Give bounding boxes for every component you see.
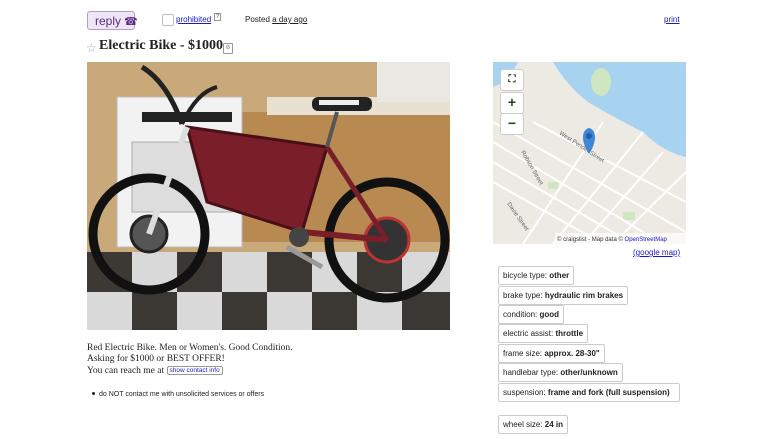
attribute-frame-size: frame size: approx. 28-30" [498, 344, 605, 363]
bullet-icon [92, 392, 95, 395]
prohibited-link[interactable]: prohibited [176, 15, 211, 24]
attribute-suspension: suspension: frame and fork (full suspens… [498, 383, 680, 402]
attribute-electric-assist: electric assist: throttle [498, 324, 589, 343]
description-line: Red Electric Bike. Men or Women's. Good … [87, 343, 293, 353]
zoom-out-button[interactable]: − [500, 113, 524, 135]
prohibited-help-link[interactable]: ? [214, 13, 222, 21]
fullscreen-icon[interactable]: ⛶ [500, 69, 524, 91]
location-map[interactable]: West Pender Street Robson Street Davie S… [493, 62, 686, 244]
attribute-brake-type: brake type: hydraulic rim brakes [498, 286, 629, 305]
posted-label: Posted [245, 15, 270, 24]
description-line: You can reach me at show contact info [87, 365, 293, 377]
attribute-bicycle-type: bicycle type: other [498, 266, 575, 285]
print-link[interactable]: print [664, 15, 680, 24]
attribute-condition: condition: good [498, 305, 565, 324]
phone-icon: ☎ [124, 16, 138, 28]
posted-when: a day ago [272, 15, 308, 24]
attribute-handlebar-type: handlebar type: other/unknown [498, 363, 623, 382]
listing-title: Electric Bike - $1000 [99, 38, 224, 53]
zoom-in-button[interactable]: + [500, 92, 524, 114]
hide-icon[interactable]: ⊘ [223, 43, 233, 54]
star-icon[interactable]: ☆ [86, 41, 97, 55]
reply-button[interactable]: reply ☎ [87, 11, 138, 30]
posted-date: Posted a day ago [245, 15, 307, 24]
prohibited-checkbox[interactable] [162, 14, 174, 26]
listing-photo[interactable] [87, 62, 450, 330]
reply-label: reply [95, 14, 122, 28]
notice-item: do NOT contact me with unsolicited servi… [92, 391, 264, 398]
show-contact-info-button[interactable]: show contact info [166, 366, 223, 375]
google-map-link[interactable]: (google map) [633, 248, 680, 257]
description-line: Asking for $1000 or BEST OFFER! [87, 354, 225, 364]
attribute-wheel-size: wheel size: 24 in [498, 415, 569, 434]
map-attribution: © craigslist - Map data © OpenStreetMap [557, 236, 668, 243]
listing-description: Red Electric Bike. Men or Women's. Good … [87, 343, 293, 377]
